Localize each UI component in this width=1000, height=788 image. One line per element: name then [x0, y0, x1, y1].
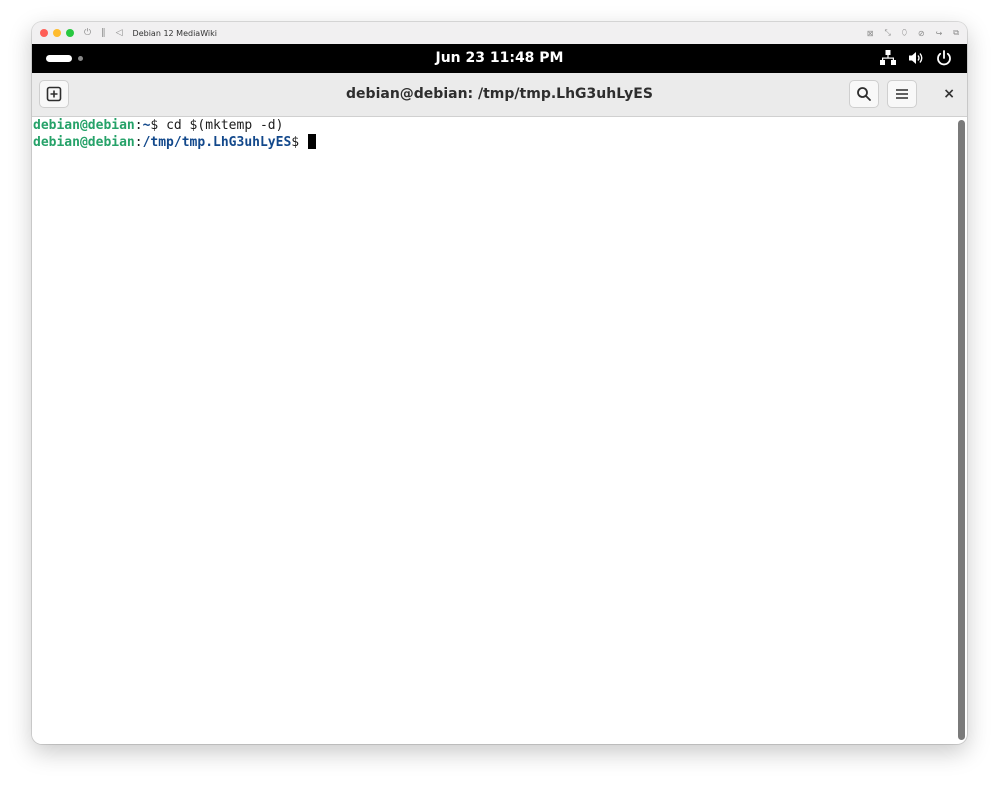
menu-button[interactable] — [887, 80, 917, 108]
power-icon[interactable]: ⏻ — [84, 28, 91, 38]
resize-icon[interactable]: ⤡ — [884, 28, 890, 38]
share-icon[interactable]: ↪ — [936, 29, 943, 38]
terminal-headerbar: debian@debian: /tmp/tmp.LhG3uhLyES × — [32, 73, 967, 117]
close-button[interactable]: × — [943, 86, 955, 102]
prompt-path: /tmp/tmp.LhG3uhLyES — [142, 135, 292, 150]
scrollbar[interactable] — [958, 120, 965, 740]
minimize-window-button[interactable] — [53, 29, 61, 37]
prompt-symbol: $ — [291, 135, 307, 150]
terminal-line: debian@debian:/tmp/tmp.LhG3uhLyES$ — [32, 134, 954, 151]
terminal-window-title: debian@debian: /tmp/tmp.LhG3uhLyES — [346, 86, 653, 102]
usb-icon[interactable]: ⬯ — [902, 28, 907, 38]
display-icon[interactable]: ⊠ — [867, 29, 874, 38]
gnome-top-bar: Jun 23 11:48 PM — [32, 44, 967, 73]
hamburger-menu-icon — [896, 89, 908, 99]
network-icon[interactable]: ⊘ — [918, 29, 925, 38]
close-window-button[interactable] — [40, 29, 48, 37]
prompt-colon: : — [134, 118, 143, 133]
network-wired-icon — [880, 50, 896, 65]
terminal-line: debian@debian:~$ cd $(mktemp -d) — [32, 117, 954, 134]
search-icon — [857, 87, 871, 101]
zoom-window-button[interactable] — [66, 29, 74, 37]
prompt-colon: : — [134, 135, 143, 150]
terminal-output[interactable]: debian@debian:~$ cd $(mktemp -d) debian@… — [32, 117, 954, 744]
prompt-user: debian@debian — [33, 118, 135, 133]
prompt-symbol: $ — [150, 118, 167, 133]
window-icon[interactable]: ⧉ — [953, 28, 959, 38]
vm-window: ⏻ ‖ ◁ Debian 12 MediaWiki ⊠ ⤡ ⬯ ⊘ ↪ ⧉ Ju… — [32, 22, 967, 744]
command-text: cd $(mktemp -d) — [166, 118, 284, 133]
pause-icon[interactable]: ‖ — [101, 28, 106, 38]
power-icon — [937, 50, 951, 66]
volume-icon — [909, 52, 923, 64]
text-cursor — [307, 134, 316, 149]
search-button[interactable] — [849, 80, 879, 108]
vm-title: Debian 12 MediaWiki — [132, 28, 218, 38]
vm-titlebar: ⏻ ‖ ◁ Debian 12 MediaWiki ⊠ ⤡ ⬯ ⊘ ↪ ⧉ — [32, 22, 967, 45]
back-icon[interactable]: ◁ — [116, 28, 123, 38]
system-status-area[interactable] — [879, 49, 953, 67]
window-controls — [40, 29, 74, 37]
clock[interactable]: Jun 23 11:48 PM — [32, 44, 967, 73]
vm-toolbar-right: ⊠ ⤡ ⬯ ⊘ ↪ ⧉ — [867, 22, 959, 44]
prompt-user: debian@debian — [33, 135, 135, 150]
